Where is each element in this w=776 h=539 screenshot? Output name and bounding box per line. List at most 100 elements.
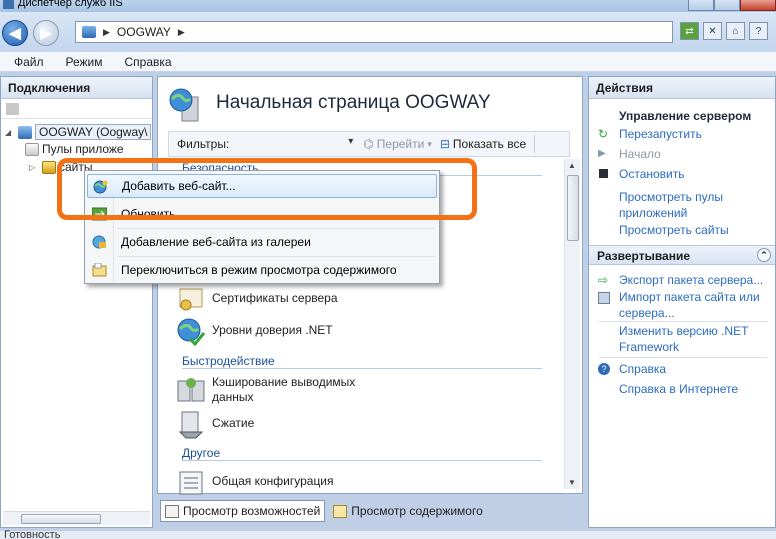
toolbar-divider: [534, 135, 536, 153]
output-caching-icon: [177, 378, 205, 402]
online-help-link[interactable]: Справка в Интернете: [619, 381, 738, 397]
feature-compression[interactable]: Сжатие: [176, 410, 254, 440]
group-other[interactable]: Другое: [182, 446, 220, 460]
breadcrumb-server[interactable]: OOGWAY: [117, 25, 171, 39]
status-bar: Готовность: [0, 529, 776, 539]
back-button[interactable]: ◀: [2, 20, 28, 46]
view-app-pools-link[interactable]: Просмотреть пулы приложений: [619, 189, 723, 221]
close-button[interactable]: [740, 0, 776, 11]
collapse-icon[interactable]: ◢: [5, 128, 15, 137]
deploy-section-header[interactable]: Развертывание ⌃: [589, 245, 775, 265]
show-all-button[interactable]: ⊟ Показать все: [440, 137, 526, 151]
import-icon: [598, 292, 610, 304]
menu-item-label: Обновить: [121, 207, 176, 221]
group-divider: [182, 368, 542, 369]
link-line1: Изменить версию .NET: [619, 324, 749, 338]
feature-label-line2: данных: [212, 390, 254, 404]
context-menu: Добавить веб-сайт... Обновить Добавление…: [84, 170, 440, 284]
menu-item-switch-content-view[interactable]: Переключиться в режим просмотра содержим…: [87, 258, 437, 282]
scroll-down-icon[interactable]: ▼: [568, 478, 576, 487]
actions-divider: [599, 357, 767, 358]
menu-item-label: Переключиться в режим просмотра содержим…: [121, 263, 397, 277]
feature-label-line1: Кэширование выводимых: [212, 375, 356, 389]
export-server-package-link[interactable]: Экспорт пакета сервера...: [619, 272, 763, 288]
menu-bar: Файл Режим Справка: [0, 52, 776, 72]
minimize-button[interactable]: [688, 0, 714, 11]
menu-help[interactable]: Справка: [125, 55, 172, 69]
features-view-icon: [165, 504, 179, 518]
scroll-thumb[interactable]: [567, 175, 579, 241]
feature-label: Сертификаты сервера: [212, 291, 338, 305]
help-icon[interactable]: ?: [749, 22, 768, 40]
tree-node-server[interactable]: ◢ OOGWAY (Oogway\: [5, 124, 152, 140]
shared-config-icon: [179, 471, 203, 495]
stop-icon[interactable]: ✕: [703, 22, 722, 40]
group-performance[interactable]: Быстродействие: [182, 354, 275, 368]
horizontal-scrollbar[interactable]: [3, 511, 150, 525]
menu-item-add-from-gallery[interactable]: Добавление веб-сайта из галереи: [87, 230, 437, 254]
tree-node-sites[interactable]: ▷ сайты: [29, 160, 93, 174]
stop-link[interactable]: Остановить: [619, 166, 685, 182]
deploy-header-label: Развертывание: [597, 249, 691, 263]
change-net-version-link[interactable]: Изменить версию .NET Framework: [619, 323, 748, 355]
vertical-scrollbar[interactable]: ▲ ▼: [564, 159, 580, 489]
menu-view[interactable]: Режим: [66, 55, 103, 69]
tab-label: Просмотр возможностей: [183, 504, 321, 518]
forward-button[interactable]: ▶: [33, 20, 59, 46]
content-view-icon: [92, 263, 107, 277]
restart-link[interactable]: Перезапустить: [619, 126, 702, 142]
menu-separator: [117, 228, 435, 229]
manage-server-header: Управление сервером: [619, 109, 752, 123]
import-package-link[interactable]: Импорт пакета сайта или сервера...: [619, 289, 760, 321]
compression-icon: [178, 411, 204, 439]
go-button[interactable]: ⌬ Перейти ▾: [363, 137, 432, 151]
filter-label: Фильтры:: [177, 137, 230, 151]
menu-item-refresh[interactable]: Обновить: [87, 202, 437, 226]
feature-server-certificates[interactable]: Сертификаты сервера: [176, 285, 338, 315]
link-line1: Импорт пакета сайта или: [619, 290, 760, 304]
app-pools-icon: [25, 142, 39, 156]
show-all-icon: ⊟: [439, 137, 450, 151]
connect-icon[interactable]: [6, 103, 19, 115]
filter-input[interactable]: [235, 135, 355, 153]
breadcrumb-arrow-icon: ▶: [103, 26, 110, 37]
home-page-panel: Начальная страница OOGWAY Фильтры: ⌬ Пер…: [157, 76, 583, 495]
tree-node-app-pools[interactable]: Пулы приложе: [25, 142, 124, 156]
link-line2: Framework: [619, 340, 680, 354]
tab-features-view[interactable]: Просмотр возможностей: [160, 500, 326, 522]
menu-item-label: Добавить веб-сайт...: [122, 179, 236, 193]
maximize-button[interactable]: [714, 0, 740, 11]
scroll-up-icon[interactable]: ▲: [568, 161, 576, 170]
connections-toolbar: [1, 99, 152, 119]
binoculars-icon: ⌬: [363, 137, 374, 151]
tab-label: Просмотр содержимого: [351, 504, 483, 518]
expand-icon[interactable]: ▷: [29, 163, 39, 172]
filter-bar: Фильтры: ⌬ Перейти ▾ ⊟ Показать все: [168, 131, 570, 157]
toolbar-icons: ⇄ ✕ ⌂ ?: [680, 22, 768, 40]
scroll-thumb[interactable]: [21, 514, 101, 524]
connections-panel: Подключения ◢ OOGWAY (Oogway\ Пулы прило…: [0, 76, 153, 528]
start-link[interactable]: Начало: [619, 146, 661, 162]
menu-item-add-website[interactable]: Добавить веб-сайт...: [87, 174, 437, 198]
gallery-icon: [92, 235, 106, 249]
start-icon: ▶: [598, 148, 606, 159]
refresh-icon[interactable]: ⇄: [680, 22, 699, 40]
server-label[interactable]: OOGWAY (Oogway\: [35, 124, 152, 140]
menu-separator: [117, 256, 435, 257]
address-bar[interactable]: ▶ OOGWAY ▶: [75, 21, 673, 43]
breadcrumb-arrow-icon[interactable]: ▶: [178, 27, 185, 38]
view-sites-link[interactable]: Просмотреть сайты: [619, 222, 729, 238]
tab-content-view[interactable]: Просмотр содержимого: [329, 500, 486, 522]
add-website-icon: [93, 180, 108, 194]
help-link[interactable]: Справка: [619, 361, 666, 377]
feature-label: Кэширование выводимых данных: [212, 375, 355, 405]
menu-item-label: Добавление веб-сайта из галереи: [121, 235, 311, 249]
feature-shared-configuration[interactable]: Общая конфигурация: [176, 468, 334, 498]
home-icon[interactable]: ⌂: [726, 22, 745, 40]
menu-file[interactable]: Файл: [14, 55, 44, 69]
feature-output-caching[interactable]: Кэширование выводимых данных: [176, 375, 355, 405]
feature-net-trust-levels[interactable]: Уровни доверия .NET: [176, 317, 333, 347]
collapse-section-icon[interactable]: ⌃: [757, 248, 771, 262]
content-view-icon: [333, 504, 348, 518]
app-pools-label[interactable]: Пулы приложе: [42, 142, 124, 156]
